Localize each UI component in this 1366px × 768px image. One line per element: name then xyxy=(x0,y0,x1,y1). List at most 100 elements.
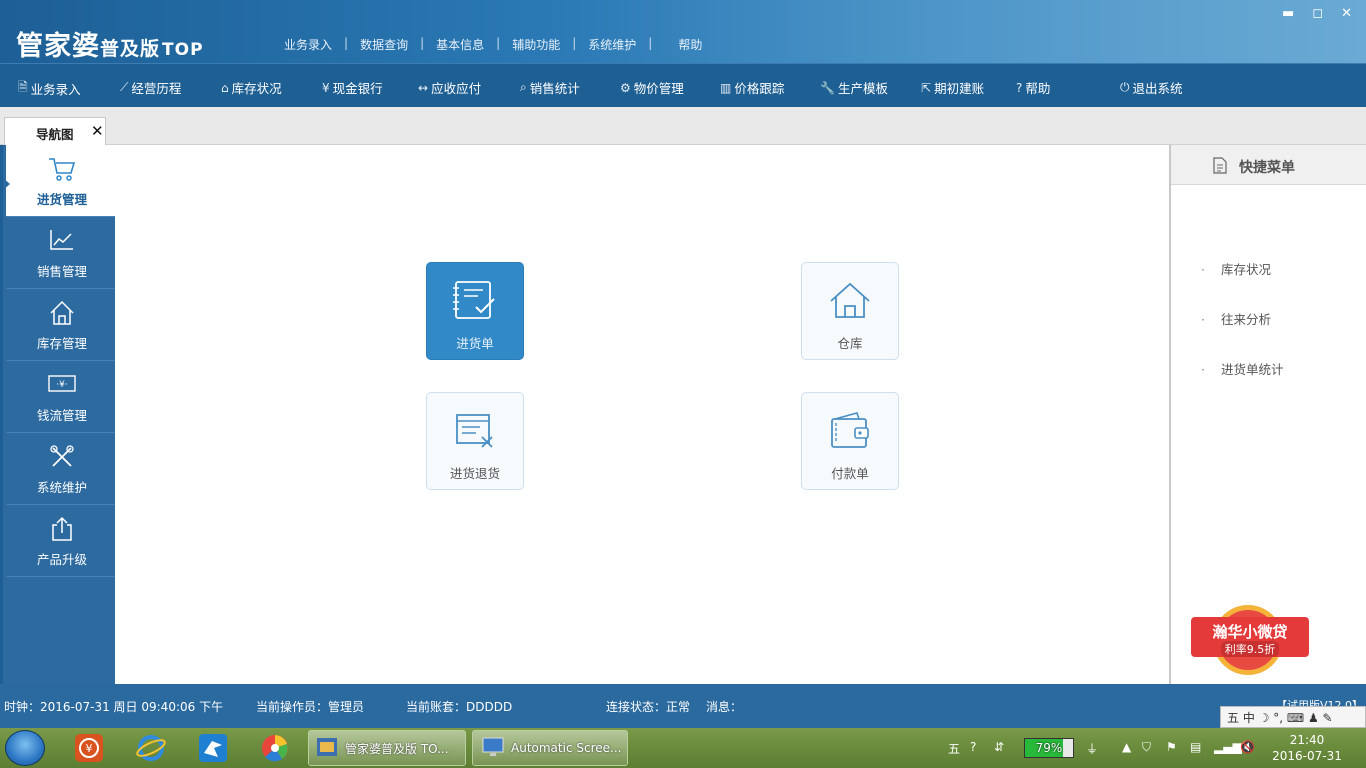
tile-payment-order[interactable]: 付款单 xyxy=(801,392,899,490)
app-logo: 管家婆普及版 TOP xyxy=(16,31,204,62)
ime-toolbar[interactable]: 五 中 ☽ °, ⌨ ♟ ✎ xyxy=(1220,706,1366,728)
main-canvas: 进货单 仓库 进货退货 付款单 xyxy=(115,145,1169,684)
ime-tray-icon[interactable]: 五 xyxy=(948,740,960,757)
sidebar-item-upgrade[interactable]: 产品升级 xyxy=(6,505,118,577)
tools-icon xyxy=(6,443,118,471)
help-tray-icon[interactable]: ? xyxy=(970,740,976,754)
status-message: 消息： xyxy=(706,700,743,714)
close-icon[interactable]: ✕ xyxy=(1341,6,1352,21)
device-icon[interactable]: ▤ xyxy=(1190,740,1201,754)
sidebar: 进货管理 销售管理 库存管理 ·¥· 钱流管理 系统维护 产品升级 xyxy=(0,145,118,684)
home-icon xyxy=(6,299,118,327)
minimize-icon[interactable]: ▬ xyxy=(1282,6,1294,21)
cash-icon: ·¥· xyxy=(6,371,118,399)
monitor-icon xyxy=(481,735,505,762)
tile-warehouse[interactable]: 仓库 xyxy=(801,262,899,360)
tile-purchase-order[interactable]: 进货单 xyxy=(426,262,524,360)
app-window-icon xyxy=(315,735,339,762)
tile-purchase-return[interactable]: 进货退货 xyxy=(426,392,524,490)
quick-menu-header: 快捷菜单 xyxy=(1171,145,1366,185)
tab-bar: 导航图 ✕ xyxy=(0,107,1366,145)
sidebar-item-purchase[interactable]: 进货管理 xyxy=(6,145,118,217)
upload-icon xyxy=(6,515,118,543)
tab-navigation-map[interactable]: 导航图 ✕ xyxy=(4,117,106,145)
status-account: 当前账套：DDDDD xyxy=(406,700,513,714)
signal-icon[interactable]: ▂▄▆ xyxy=(1214,740,1242,754)
arrows-icon: ↔ xyxy=(418,80,429,95)
toolbar-sales-stats[interactable]: ⌕ 销售统计 xyxy=(520,78,580,97)
doc-edit-icon: 🗎 xyxy=(18,80,28,94)
volume-mute-icon[interactable]: 🔇 xyxy=(1240,740,1255,754)
top-menu: 业务录入 | 数据查询 | 基本信息 | 辅助功能 | 系统维护 | 帮助 xyxy=(284,36,703,53)
wrench-icon: 🔧 xyxy=(820,80,835,95)
taskbar: ¥ 管家婆普及版 TO... Automatic Scree... 五 ? ⇵ … xyxy=(0,728,1366,768)
menu-help[interactable]: 帮助 xyxy=(678,36,702,53)
color-wheel-icon[interactable] xyxy=(252,732,298,764)
status-operator: 当前操作员：管理员 xyxy=(256,700,365,714)
power-icon: ⏻ xyxy=(1120,80,1130,94)
menu-business-entry[interactable]: 业务录入 xyxy=(284,36,332,53)
question-icon: ? xyxy=(1016,80,1023,95)
toolbar-exit[interactable]: ⏻ 退出系统 xyxy=(1120,78,1183,97)
sidebar-item-inventory[interactable]: 库存管理 xyxy=(6,289,118,361)
menu-system-maintenance[interactable]: 系统维护 xyxy=(588,36,636,53)
toolbar-history[interactable]: ⟋ 经营历程 xyxy=(120,78,181,97)
start-button[interactable] xyxy=(5,730,45,766)
svg-text:¥: ¥ xyxy=(86,742,93,755)
shield-icon[interactable]: ⛉ xyxy=(1142,740,1151,755)
power-plug-icon[interactable]: ⏚ xyxy=(1086,740,1098,757)
tab-label: 导航图 xyxy=(36,127,74,142)
home-icon: ⌂ xyxy=(221,80,229,95)
toolbar-inventory[interactable]: ⌂ 库存状况 xyxy=(221,78,282,97)
search-icon: ⌕ xyxy=(520,80,527,94)
external-icon: ⇱ xyxy=(921,80,932,95)
bird-app-icon[interactable] xyxy=(190,732,236,764)
doc-cancel-icon xyxy=(427,409,523,453)
status-bar: 时钟：2016-07-31 周日 09:40:06 下午 当前操作员：管理员 当… xyxy=(0,684,1366,728)
notebook-check-icon xyxy=(427,279,523,323)
quick-item-inventory-status[interactable]: · 库存状况 xyxy=(1201,259,1271,278)
quick-item-purchase-stats[interactable]: · 进货单统计 xyxy=(1201,359,1284,378)
sidebar-item-cashflow[interactable]: ·¥· 钱流管理 xyxy=(6,361,118,433)
close-icon[interactable]: ✕ xyxy=(91,122,104,140)
battery-indicator[interactable]: 79% xyxy=(1024,738,1074,758)
sidebar-item-system[interactable]: 系统维护 xyxy=(6,433,118,505)
taskbar-app-screenshot[interactable]: Automatic Scree... xyxy=(472,730,628,766)
cart-icon xyxy=(6,155,118,183)
quick-item-contact-analysis[interactable]: · 往来分析 xyxy=(1201,309,1271,328)
toolbar-production-template[interactable]: 🔧 生产模板 xyxy=(820,78,888,97)
menu-aux-functions[interactable]: 辅助功能 xyxy=(512,36,560,53)
toolbar-cash-bank[interactable]: ¥ 现金银行 xyxy=(322,78,383,97)
system-clock[interactable]: 21:40 2016-07-31 xyxy=(1268,732,1346,764)
sidebar-item-sales[interactable]: 销售管理 xyxy=(6,217,118,289)
show-hidden-icons[interactable]: ▲ xyxy=(1122,740,1131,754)
toolbar-opening-accounts[interactable]: ⇱ 期初建账 xyxy=(921,78,984,97)
taskbar-app-guanjiapo[interactable]: 管家婆普及版 TO... xyxy=(308,730,466,766)
trend-icon xyxy=(6,227,118,255)
quick-menu-panel: 快捷菜单 · 库存状况 · 往来分析 · 进货单统计 瀚华小微贷 利率9.5折 xyxy=(1169,145,1366,684)
home-icon xyxy=(802,279,898,323)
toolbar-price-mgmt[interactable]: ⚙ 物价管理 xyxy=(620,78,684,97)
toolbar-help[interactable]: ? 帮助 xyxy=(1016,78,1050,97)
maximize-icon[interactable]: ◻ xyxy=(1312,6,1323,21)
menu-data-query[interactable]: 数据查询 xyxy=(360,36,408,53)
app-yen-icon[interactable]: ¥ xyxy=(66,732,112,764)
gear-icon: ⚙ xyxy=(620,80,631,95)
ie-browser-icon[interactable] xyxy=(128,732,174,764)
active-indicator xyxy=(3,178,10,190)
flag-icon[interactable]: ⚑ xyxy=(1166,740,1177,754)
document-icon xyxy=(1213,157,1227,177)
toolbar-price-tracking[interactable]: ▥ 价格跟踪 xyxy=(720,78,784,97)
menu-basic-info[interactable]: 基本信息 xyxy=(436,36,484,53)
status-connection: 连接状态：正常 xyxy=(606,700,691,714)
network-tray-icon[interactable]: ⇵ xyxy=(994,740,1004,754)
window-controls: ▬ ◻ ✕ xyxy=(1282,6,1352,21)
toolbar-receivable[interactable]: ↔ 应收应付 xyxy=(418,78,481,97)
toolbar-business-entry[interactable]: 🗎 业务录入 xyxy=(18,78,81,99)
svg-text:·¥·: ·¥· xyxy=(56,380,67,390)
title-bar: 管家婆普及版 TOP 业务录入 | 数据查询 | 基本信息 | 辅助功能 | 系统维护 | … xyxy=(0,0,1366,63)
wallet-icon xyxy=(802,409,898,453)
bar-chart-icon: ▥ xyxy=(720,80,732,95)
yen-icon: ¥ xyxy=(322,80,330,95)
promo-badge[interactable]: 瀚华小微贷 利率9.5折 xyxy=(1191,603,1309,677)
